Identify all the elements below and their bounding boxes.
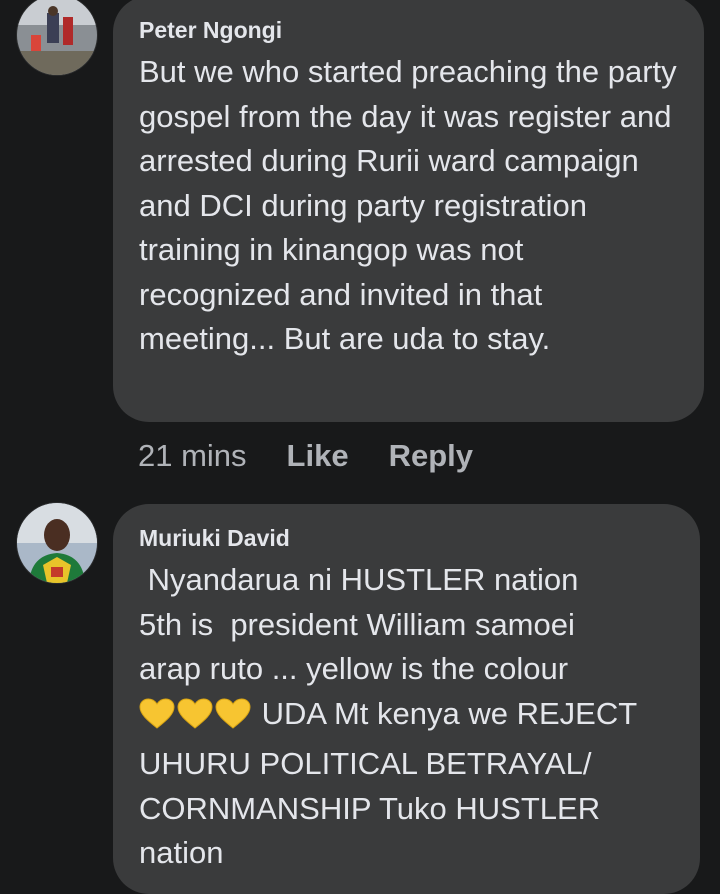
comment-actions: 21 mins Like Reply: [138, 438, 473, 474]
yellow-heart-icon: [139, 697, 175, 743]
comment-text-line: Nyandarua ni HUSTLER nation: [139, 562, 579, 597]
reply-button[interactable]: Reply: [389, 438, 473, 474]
like-button[interactable]: Like: [287, 438, 349, 474]
profile-photo-icon: [17, 503, 97, 583]
comment-text-line: arap ruto ... yellow is the colour: [139, 651, 569, 686]
comment-timestamp[interactable]: 21 mins: [138, 438, 247, 474]
avatar[interactable]: [16, 502, 98, 584]
comment-text: Nyandarua ni HUSTLER nation 5th is presi…: [139, 558, 674, 876]
yellow-heart-icon: [177, 697, 213, 743]
yellow-heart-icon: [215, 697, 251, 743]
comment-author[interactable]: Peter Ngongi: [139, 16, 678, 44]
comment-bubble: Peter Ngongi But we who started preachin…: [113, 0, 704, 422]
comment-text-line: 5th is president William samoei: [139, 606, 575, 642]
comment-text: But we who started preaching the party g…: [139, 54, 686, 356]
profile-photo-icon: [17, 0, 97, 75]
comment-author[interactable]: Muriuki David: [139, 524, 674, 552]
avatar[interactable]: [16, 0, 98, 76]
comment-bubble: Muriuki David Nyandarua ni HUSTLER natio…: [113, 504, 700, 894]
